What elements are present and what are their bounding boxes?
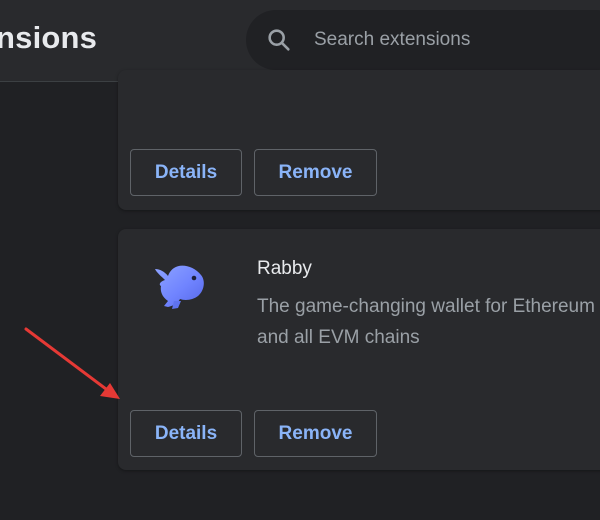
search-icon: [268, 29, 290, 51]
details-button[interactable]: Details: [130, 410, 242, 457]
page-title: nsions: [0, 20, 98, 55]
details-button[interactable]: Details: [130, 149, 242, 196]
extension-card: Details Remove: [118, 70, 600, 210]
red-arrow-icon: [24, 327, 120, 399]
search-input[interactable]: [314, 25, 564, 55]
extension-card-rabby: Rabby The game-changing wallet for Ether…: [118, 229, 600, 470]
remove-button[interactable]: Remove: [254, 410, 377, 457]
extension-name: Rabby: [257, 258, 312, 279]
rabbit-icon: [155, 265, 204, 309]
search-box[interactable]: [246, 10, 600, 70]
extension-description: The game-changing wallet for Ethereum an…: [257, 296, 595, 348]
remove-button[interactable]: Remove: [254, 149, 377, 196]
next-section-fragment: [120, 513, 230, 520]
